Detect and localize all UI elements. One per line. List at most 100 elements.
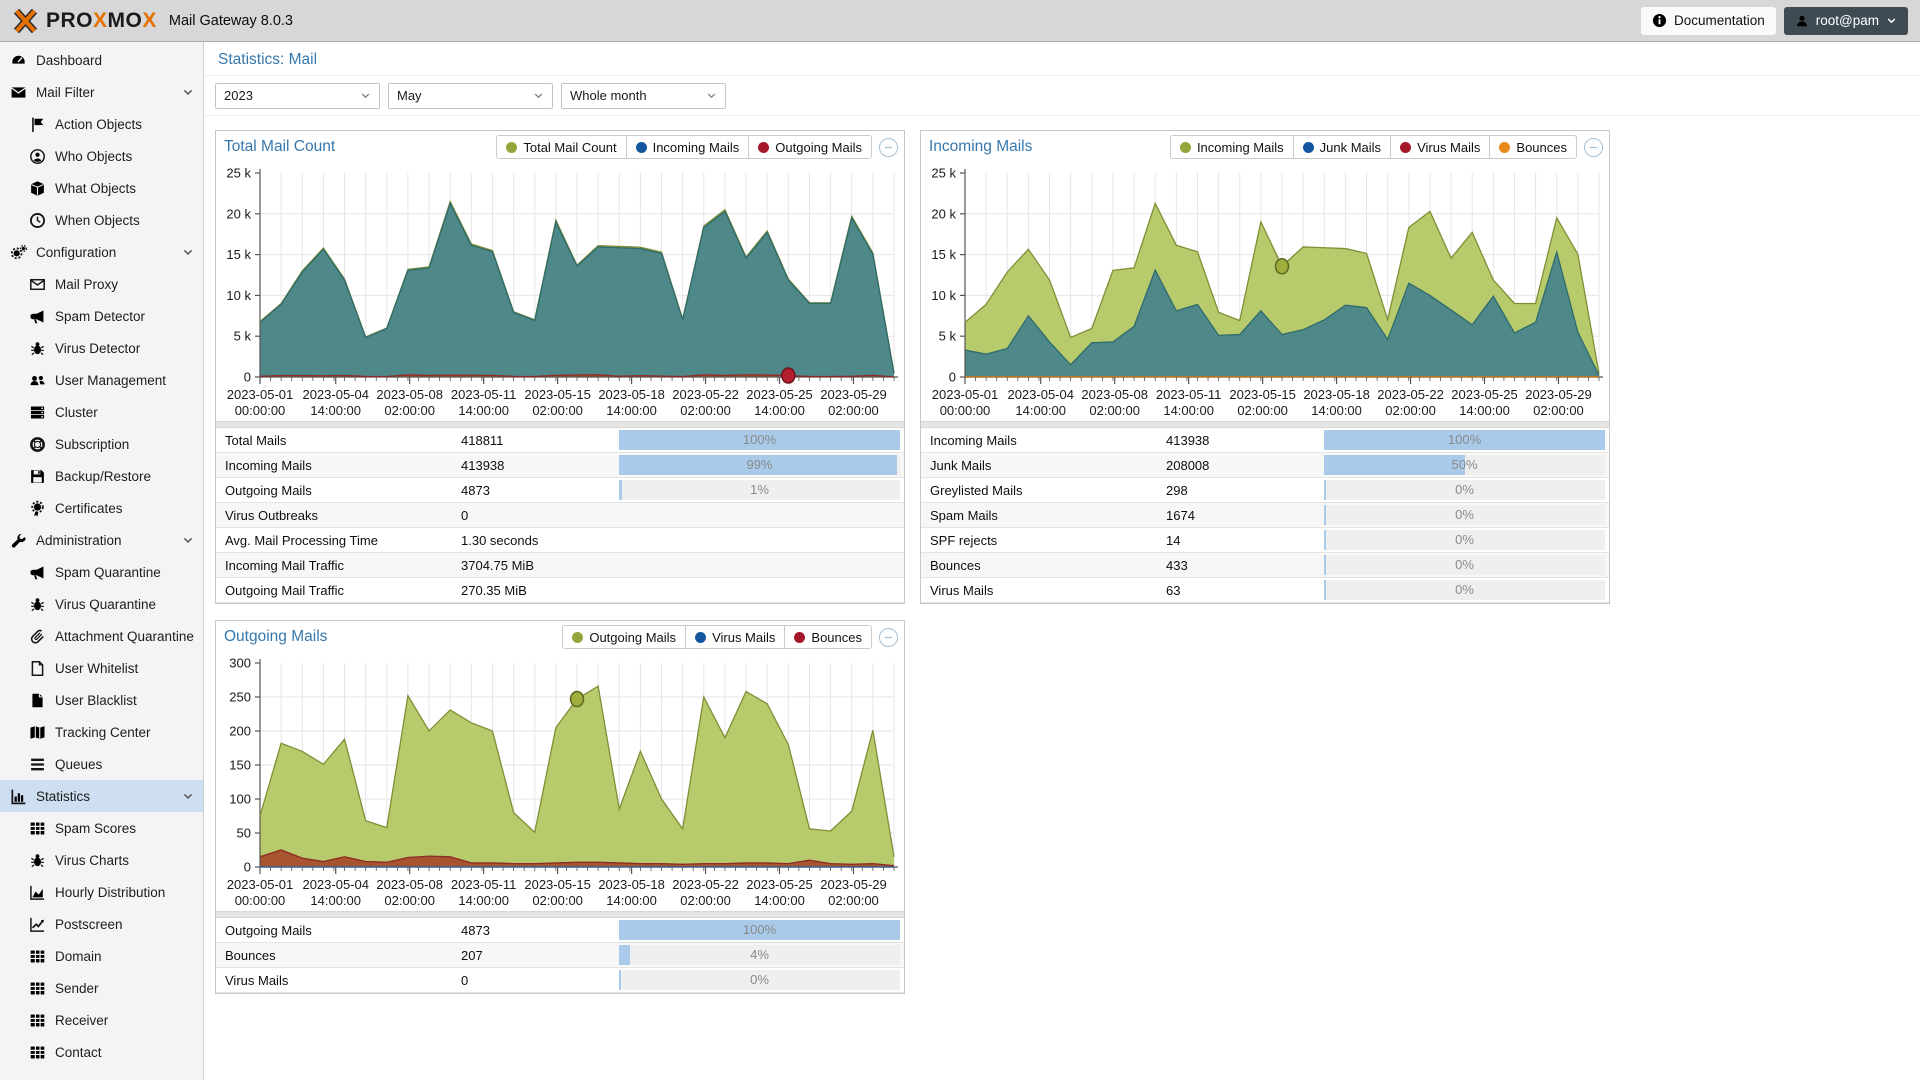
stat-value: 4873 xyxy=(461,923,611,938)
legend-toggle-virus-mails[interactable]: Virus Mails xyxy=(685,625,785,649)
legend-toggle-outgoing-mails[interactable]: Outgoing Mails xyxy=(748,135,872,159)
sidebar-item-sender[interactable]: Sender xyxy=(0,972,203,1004)
sidebar-item-tracking-center[interactable]: Tracking Center xyxy=(0,716,203,748)
collapse-panel-button[interactable] xyxy=(1584,138,1603,157)
sidebar-item-user-whitelist[interactable]: User Whitelist xyxy=(0,652,203,684)
svg-text:0: 0 xyxy=(244,370,251,385)
stat-row-incoming-mails: Incoming Mails41393899% xyxy=(216,453,904,478)
svg-text:2023-05-15: 2023-05-15 xyxy=(1229,387,1296,402)
panels-area: Total Mail Count Total Mail CountIncomin… xyxy=(204,116,1920,1080)
svg-text:0: 0 xyxy=(949,370,956,385)
svg-text:200: 200 xyxy=(229,724,251,739)
sidebar-item-user-management[interactable]: User Management xyxy=(0,364,203,396)
year-select-value: 2023 xyxy=(224,88,253,103)
file-icon xyxy=(29,692,46,709)
cube-icon xyxy=(29,180,46,197)
sidebar-item-mail-filter[interactable]: Mail Filter xyxy=(0,76,203,108)
year-select[interactable]: 2023 xyxy=(215,83,380,109)
sidebar-item-virus-charts[interactable]: Virus Charts xyxy=(0,844,203,876)
legend-toggle-bounces[interactable]: Bounces xyxy=(784,625,872,649)
legend-toggle-incoming-mails[interactable]: Incoming Mails xyxy=(1170,135,1294,159)
svg-text:02:00:00: 02:00:00 xyxy=(1533,403,1584,418)
svg-text:0: 0 xyxy=(244,860,251,875)
sidebar-item-label: Dashboard xyxy=(36,53,102,68)
sidebar-item-when-objects[interactable]: When Objects xyxy=(0,204,203,236)
chevron-down-icon xyxy=(182,534,194,546)
minus-icon xyxy=(1587,141,1600,154)
stat-percent-cell: 0% xyxy=(1324,505,1605,525)
stat-row-total-mails: Total Mails418811100% xyxy=(216,428,904,453)
chevron-down-icon xyxy=(533,90,544,101)
sidebar-item-label: Attachment Quarantine xyxy=(55,629,194,644)
sidebar-item-virus-detector[interactable]: Virus Detector xyxy=(0,332,203,364)
percent-bar-label: 4% xyxy=(619,945,900,965)
sidebar-item-administration[interactable]: Administration xyxy=(0,524,203,556)
stat-value: 418811 xyxy=(461,433,611,448)
documentation-button[interactable]: Documentation xyxy=(1641,7,1776,35)
sidebar-item-configuration[interactable]: Configuration xyxy=(0,236,203,268)
envelope-open-icon xyxy=(29,276,46,293)
legend-toggle-virus-mails[interactable]: Virus Mails xyxy=(1390,135,1490,159)
svg-text:20 k: 20 k xyxy=(931,206,956,221)
sidebar-item-label: Spam Detector xyxy=(55,309,145,324)
sidebar-item-queues[interactable]: Queues xyxy=(0,748,203,780)
legend-dot xyxy=(1303,142,1314,153)
sidebar-item-action-objects[interactable]: Action Objects xyxy=(0,108,203,140)
stat-percent-cell: 100% xyxy=(619,430,900,450)
sidebar-item-certificates[interactable]: Certificates xyxy=(0,492,203,524)
sidebar-item-dashboard[interactable]: Dashboard xyxy=(0,44,203,76)
legend-toggle-bounces[interactable]: Bounces xyxy=(1489,135,1577,159)
sidebar-item-label: Receiver xyxy=(55,1013,108,1028)
sidebar-item-label: Action Objects xyxy=(55,117,142,132)
sidebar-item-backup-restore[interactable]: Backup/Restore xyxy=(0,460,203,492)
stat-value: 3704.75 MiB xyxy=(461,558,611,573)
legend-dot xyxy=(1180,142,1191,153)
sidebar-item-label: User Management xyxy=(55,373,166,388)
sidebar-item-attachment-quarantine[interactable]: Attachment Quarantine xyxy=(0,620,203,652)
table-icon xyxy=(29,948,46,965)
chart-legend: Total Mail CountIncoming MailsOutgoing M… xyxy=(496,135,872,159)
sidebar-item-contact[interactable]: Contact xyxy=(0,1036,203,1068)
sidebar-item-receiver[interactable]: Receiver xyxy=(0,1004,203,1036)
legend-toggle-incoming-mails[interactable]: Incoming Mails xyxy=(626,135,750,159)
legend-label: Virus Mails xyxy=(712,630,775,645)
legend-toggle-junk-mails[interactable]: Junk Mails xyxy=(1293,135,1391,159)
sidebar-item-spam-scores[interactable]: Spam Scores xyxy=(0,812,203,844)
stat-row-bounces: Bounces4330% xyxy=(921,553,1609,578)
topbar-actions: Documentation root@pam xyxy=(1641,7,1908,35)
percent-bar: 0% xyxy=(619,970,900,990)
sidebar-item-domain[interactable]: Domain xyxy=(0,940,203,972)
range-select[interactable]: Whole month xyxy=(561,83,726,109)
panel-header: Incoming Mails Incoming MailsJunk MailsV… xyxy=(921,131,1609,163)
sidebar-item-user-blacklist[interactable]: User Blacklist xyxy=(0,684,203,716)
svg-text:2023-05-01: 2023-05-01 xyxy=(227,877,294,892)
sidebar-item-who-objects[interactable]: Who Objects xyxy=(0,140,203,172)
collapse-panel-button[interactable] xyxy=(879,628,898,647)
sidebar-item-mail-proxy[interactable]: Mail Proxy xyxy=(0,268,203,300)
topbar: PROXMOX Mail Gateway 8.0.3 Documentation… xyxy=(0,0,1920,42)
percent-bar-label: 0% xyxy=(1324,505,1605,525)
svg-text:25 k: 25 k xyxy=(226,166,251,181)
legend-toggle-outgoing-mails[interactable]: Outgoing Mails xyxy=(562,625,686,649)
stat-percent-cell: 0% xyxy=(1324,480,1605,500)
user-menu-button[interactable]: root@pam xyxy=(1784,7,1908,35)
sidebar-item-postscreen[interactable]: Postscreen xyxy=(0,908,203,940)
bug-icon xyxy=(29,852,46,869)
sidebar-item-spam-detector[interactable]: Spam Detector xyxy=(0,300,203,332)
percent-bar: 0% xyxy=(1324,530,1605,550)
sidebar-item-what-objects[interactable]: What Objects xyxy=(0,172,203,204)
sidebar-item-spam-quarantine[interactable]: Spam Quarantine xyxy=(0,556,203,588)
sidebar-item-hourly-distribution[interactable]: Hourly Distribution xyxy=(0,876,203,908)
sidebar-item-label: Domain xyxy=(55,949,102,964)
sidebar-item-virus-quarantine[interactable]: Virus Quarantine xyxy=(0,588,203,620)
svg-text:2023-05-18: 2023-05-18 xyxy=(598,387,665,402)
legend-toggle-total-mail-count[interactable]: Total Mail Count xyxy=(496,135,626,159)
collapse-panel-button[interactable] xyxy=(879,138,898,157)
clock-icon xyxy=(29,212,46,229)
panel-title: Total Mail Count xyxy=(224,138,335,156)
sidebar-item-cluster[interactable]: Cluster xyxy=(0,396,203,428)
month-select[interactable]: May xyxy=(388,83,553,109)
chevron-down-icon xyxy=(360,90,371,101)
sidebar-item-statistics[interactable]: Statistics xyxy=(0,780,203,812)
sidebar-item-subscription[interactable]: Subscription xyxy=(0,428,203,460)
